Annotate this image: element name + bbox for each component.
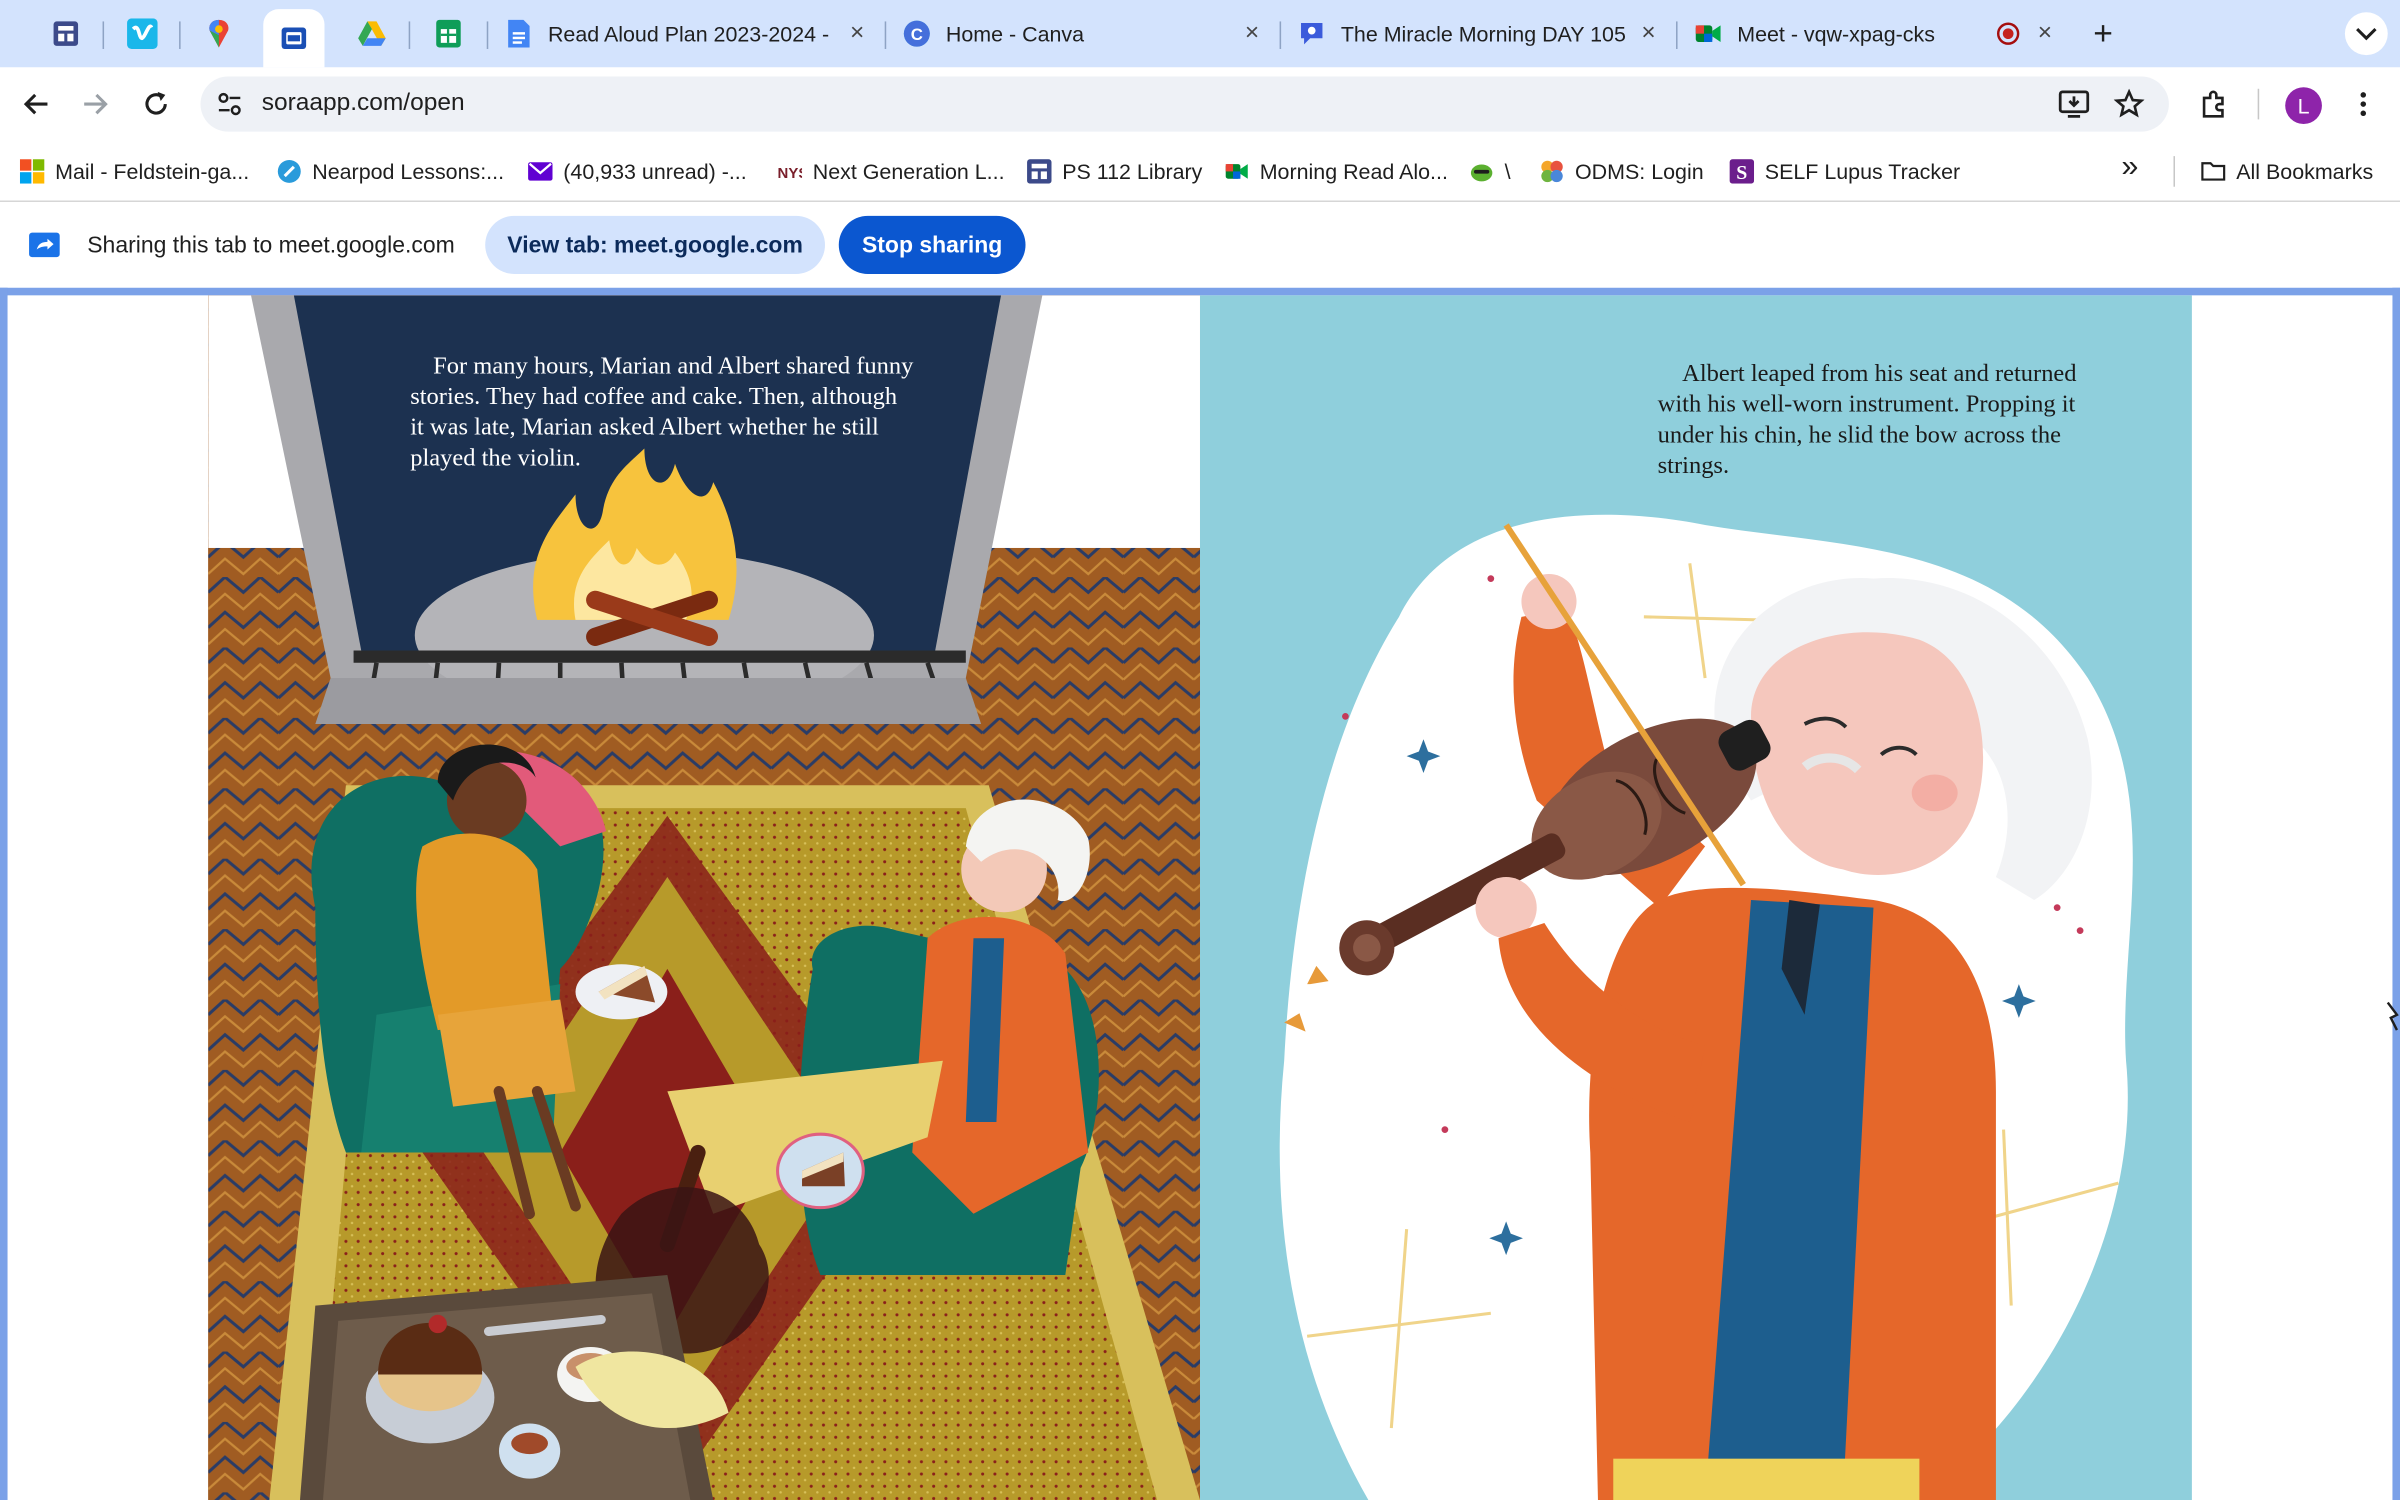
microsoft-icon [19, 159, 45, 184]
close-tab-icon[interactable]: × [842, 18, 873, 49]
tab-title: Meet - vqw-xpag-cks [1737, 21, 1935, 46]
bookmark-next-generation[interactable]: NYS Next Generation L... [778, 156, 1005, 187]
book-reader[interactable]: For many hours, Marian and Albert shared… [7, 295, 2399, 1500]
green-face-icon [1470, 164, 1493, 182]
navigation-toolbar: soraapp.com/open L [0, 67, 2400, 141]
bookmark-slash[interactable]: \ [1469, 156, 1511, 187]
bookmark-mail-unread[interactable]: (40,933 unread) -... [528, 156, 747, 187]
sheets-icon [436, 19, 461, 48]
pinned-tab-sheets-app[interactable] [35, 9, 96, 58]
bookmark-mail[interactable]: Mail - Feldstein-ga... [19, 156, 250, 187]
pinned-tab-maps[interactable] [188, 9, 249, 58]
reload-button[interactable] [135, 83, 178, 126]
tab-miracle-morning[interactable]: The Miracle Morning DAY 105 × [1280, 9, 1676, 58]
tab-sharing-bar: Sharing this tab to meet.google.com View… [0, 202, 2400, 288]
close-tab-icon[interactable]: × [1237, 18, 1268, 49]
back-icon [23, 93, 48, 115]
canva-icon: C [903, 20, 930, 47]
extensions-button[interactable] [2192, 83, 2235, 126]
nearpod-icon [277, 159, 301, 183]
fireplace-illustration [208, 295, 1200, 1500]
all-bookmarks-button[interactable]: All Bookmarks [2201, 156, 2373, 187]
view-tab-button[interactable]: View tab: meet.google.com [485, 215, 825, 274]
tab-title: Read Aloud Plan 2023-2024 - [547, 21, 830, 46]
video-call-app-icon [1301, 22, 1323, 45]
browser-window: Read Aloud Plan 2023-2024 - × C Home - C… [0, 0, 2400, 1500]
tab-meet[interactable]: Meet - vqw-xpag-cks × [1676, 9, 2072, 58]
pinned-tab-sheets[interactable] [418, 9, 479, 58]
menu-kebab-icon [2360, 92, 2367, 117]
tab-title: The Miracle Morning DAY 105 [1340, 21, 1626, 46]
bookmark-lupus-tracker[interactable]: S SELF Lupus Tracker [1729, 156, 1961, 187]
forward-button[interactable] [73, 83, 116, 126]
bookmarks-bar: Mail - Feldstein-ga... Nearpod Lessons:.… [0, 140, 2400, 203]
bookmark-nearpod[interactable]: Nearpod Lessons:... [277, 156, 504, 187]
bookmark-ps112-library[interactable]: PS 112 Library [1027, 156, 1202, 187]
stop-sharing-button[interactable]: Stop sharing [838, 215, 1026, 274]
right-page-text: Albert leaped from his seat and returned… [1657, 361, 2077, 480]
bookmark-odms-login[interactable]: ODMS: Login [1540, 156, 1704, 187]
bookmark-morning-read-aloud[interactable]: Morning Read Alo... [1224, 156, 1448, 187]
sharing-message: Sharing this tab to meet.google.com [87, 232, 455, 259]
tab-search-button[interactable] [2333, 9, 2400, 58]
reload-icon [145, 91, 167, 115]
bookmark-label: Mail - Feldstein-ga... [55, 159, 250, 184]
book-page-left[interactable]: For many hours, Marian and Albert shared… [208, 295, 1200, 1500]
maps-pin-icon [209, 19, 229, 48]
google-meet-icon [1695, 25, 1721, 42]
book-page-right[interactable]: Albert leaped from his seat and returned… [1199, 295, 2192, 1500]
tab-title: Home - Canva [945, 21, 1085, 46]
close-tab-icon[interactable]: × [2030, 18, 2061, 49]
bookmark-label: ODMS: Login [1574, 159, 1704, 184]
nys-icon: NYS [778, 165, 802, 182]
all-bookmarks-label: All Bookmarks [2236, 159, 2374, 184]
self-s-icon: S [1729, 159, 1755, 184]
pinned-tab-vimeo[interactable] [112, 9, 173, 58]
bookmark-label: Nearpod Lessons:... [312, 159, 505, 184]
shared-tab-frame: For many hours, Marian and Albert shared… [0, 287, 2400, 1500]
hand-cursor-icon [2386, 1001, 2399, 1031]
bookmark-label: \ [1504, 159, 1511, 184]
sheets-app-icon [53, 21, 79, 46]
bookmark-label: (40,933 unread) -... [563, 159, 747, 184]
vimeo-icon [127, 18, 158, 49]
bookmark-label: Next Generation L... [812, 159, 1005, 184]
more-bookmarks-button[interactable]: » [2121, 149, 2138, 183]
back-button[interactable] [15, 83, 58, 126]
folder-icon [2201, 162, 2226, 181]
tab-strip: Read Aloud Plan 2023-2024 - × C Home - C… [0, 0, 2400, 68]
chevron-down-icon [2344, 12, 2388, 56]
install-app-icon[interactable] [2057, 89, 2091, 120]
sora-reader-icon [281, 27, 307, 49]
svg-text:NYS: NYS [778, 165, 802, 182]
odms-logo-icon [1541, 160, 1563, 183]
avatar[interactable]: L [2285, 87, 2322, 124]
close-tab-icon[interactable]: × [1633, 18, 1664, 49]
address-bar[interactable]: soraapp.com/open [200, 76, 2169, 132]
left-page-text: For many hours, Marian and Albert shared… [410, 353, 914, 472]
drive-icon [358, 21, 386, 46]
forward-icon [84, 93, 108, 115]
site-info-icon[interactable] [216, 90, 244, 118]
tab-read-aloud-plan[interactable]: Read Aloud Plan 2023-2024 - × [487, 9, 885, 58]
bookmark-label: SELF Lupus Tracker [1764, 159, 1961, 184]
envelope-icon [528, 162, 553, 181]
google-meet-icon [1225, 164, 1248, 179]
google-docs-icon [508, 19, 530, 48]
svg-text:S: S [1736, 162, 1747, 184]
pinned-tab-sora-active[interactable] [263, 9, 325, 68]
bookmark-star-icon[interactable] [2113, 88, 2145, 120]
bookmark-label: Morning Read Alo... [1259, 159, 1448, 184]
url-text[interactable]: soraapp.com/open [262, 90, 465, 118]
svg-text:C: C [911, 25, 923, 44]
recording-indicator-icon [1993, 18, 2024, 49]
pinned-tab-drive[interactable] [341, 9, 402, 58]
screen-share-icon [29, 232, 60, 258]
browser-menu-button[interactable] [2342, 83, 2385, 126]
sheets-app-icon [1027, 159, 1052, 184]
new-tab-button[interactable]: + [2072, 9, 2133, 58]
bookmark-label: PS 112 Library [1062, 159, 1203, 184]
tab-canva[interactable]: C Home - Canva × [885, 9, 1280, 58]
extensions-icon [2202, 90, 2224, 118]
